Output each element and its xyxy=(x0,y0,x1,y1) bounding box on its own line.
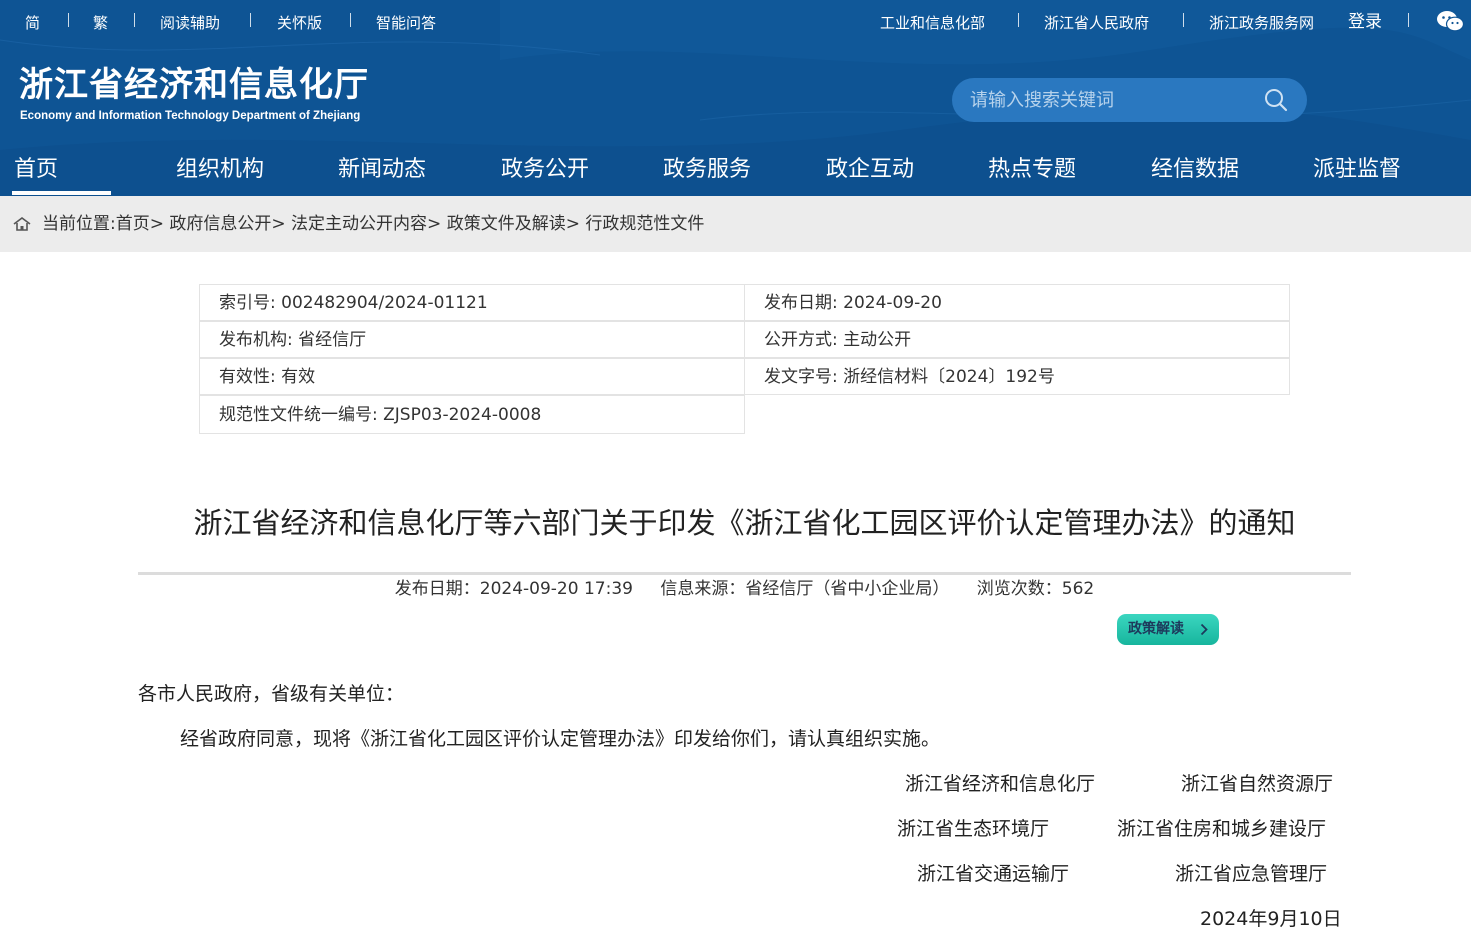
nav-organization[interactable]: 组织机构 xyxy=(176,155,264,185)
site-header: 简 繁 阅读辅助 关怀版 智能问答 工业和信息化部 浙江省人民政府 浙江政务服务… xyxy=(0,0,1471,196)
signer: 浙江省经济和信息化厅 xyxy=(905,773,1096,795)
nav-gov-affairs[interactable]: 政务公开 xyxy=(501,155,589,185)
search-icon[interactable] xyxy=(1264,88,1288,112)
traditional-chinese-link[interactable]: 繁 xyxy=(93,12,108,34)
meta-date: 发布日期：2024-09-20 17:39 xyxy=(394,579,633,599)
signer: 浙江省生态环境厅 xyxy=(897,818,1050,840)
separator xyxy=(350,13,351,27)
nav-home[interactable]: 首页 xyxy=(14,155,58,185)
smart-qa-link[interactable]: 智能问答 xyxy=(376,12,436,34)
breadcrumb-policy-docs[interactable]: 政策文件及解读 xyxy=(447,214,566,234)
site-logo-english: Economy and Information Technology Depar… xyxy=(20,110,361,122)
signer: 浙江省住房和城乡建设厅 xyxy=(1117,818,1327,840)
wechat-icon[interactable] xyxy=(1436,10,1464,32)
zj-gov-link[interactable]: 浙江省人民政府 xyxy=(1044,12,1149,34)
article-title: 浙江省经济和信息化厅等六部门关于印发《浙江省化工园区评价认定管理办法》的通知 xyxy=(193,506,1296,540)
home-icon xyxy=(13,217,31,231)
signer: 浙江省应急管理厅 xyxy=(1175,863,1328,885)
nav-active-indicator xyxy=(12,191,111,195)
meta-source: 信息来源：省经信厅（省中小企业局） xyxy=(660,579,950,599)
validity: 有效性: 有效 xyxy=(199,358,745,395)
signer: 浙江省自然资源厅 xyxy=(1181,773,1334,795)
publisher: 发布机构: 省经信厅 xyxy=(199,321,745,358)
document-info-table: 索引号: 002482904/2024-01121 发布日期: 2024-09-… xyxy=(199,284,1290,434)
article-meta: 发布日期：2024-09-20 17:39 信息来源：省经信厅（省中小企业局） … xyxy=(138,577,1351,601)
meta-views: 浏览次数：562 xyxy=(976,579,1095,599)
body-paragraph: 经省政府同意，现将《浙江省化工园区评价认定管理办法》印发给你们，请认真组织实施。 xyxy=(180,728,941,750)
zj-service-link[interactable]: 浙江政务服务网 xyxy=(1209,12,1314,34)
unified-number: 规范性文件统一编号: ZJSP03-2024-0008 xyxy=(199,395,745,434)
breadcrumb: 当前位置:首页> 政府信息公开> 法定主动公开内容> 政策文件及解读> 行政规范… xyxy=(0,196,1471,252)
search-input[interactable] xyxy=(952,78,1252,122)
top-utility-bar: 简 繁 阅读辅助 关怀版 智能问答 工业和信息化部 浙江省人民政府 浙江政务服务… xyxy=(0,0,1471,44)
site-logo-chinese[interactable]: 浙江省经济和信息化厅 xyxy=(19,62,369,108)
nav-hot-topics[interactable]: 热点专题 xyxy=(988,155,1076,185)
reading-aid-link[interactable]: 阅读辅助 xyxy=(160,12,220,34)
miit-link[interactable]: 工业和信息化部 xyxy=(880,12,985,34)
nav-news[interactable]: 新闻动态 xyxy=(338,155,426,185)
nav-supervision[interactable]: 派驻监督 xyxy=(1313,155,1401,185)
care-version-link[interactable]: 关怀版 xyxy=(277,12,322,34)
simplified-chinese-link[interactable]: 简 xyxy=(25,12,40,34)
separator xyxy=(134,13,135,27)
open-mode: 公开方式: 主动公开 xyxy=(744,321,1290,358)
nav-data[interactable]: 经信数据 xyxy=(1151,155,1239,185)
chevron-right-icon xyxy=(1200,623,1208,636)
signer: 浙江省交通运输厅 xyxy=(917,863,1070,885)
breadcrumb-path: 当前位置:首页> 政府信息公开> 法定主动公开内容> 政策文件及解读> 行政规范… xyxy=(42,214,705,234)
breadcrumb-home[interactable]: 首页 xyxy=(116,214,150,234)
breadcrumb-gov-info[interactable]: 政府信息公开 xyxy=(169,214,271,234)
login-link[interactable]: 登录 xyxy=(1348,11,1382,33)
separator xyxy=(1408,13,1409,27)
breadcrumb-statutory-content[interactable]: 法定主动公开内容 xyxy=(291,214,427,234)
index-number: 索引号: 002482904/2024-01121 xyxy=(199,284,745,321)
separator xyxy=(1018,13,1019,27)
separator xyxy=(1183,13,1184,27)
search-box xyxy=(952,78,1307,122)
separator xyxy=(250,13,251,27)
breadcrumb-prefix: 当前位置: xyxy=(42,214,116,234)
sign-date: 2024年9月10日 xyxy=(1200,908,1342,930)
policy-interpretation-label: 政策解读 xyxy=(1128,621,1184,637)
policy-interpretation-button[interactable]: 政策解读 xyxy=(1117,614,1219,645)
breadcrumb-normative-docs[interactable]: 行政规范性文件 xyxy=(585,214,704,234)
salutation: 各市人民政府，省级有关单位： xyxy=(138,683,405,705)
nav-gov-business-interaction[interactable]: 政企互动 xyxy=(826,155,914,185)
main-navigation: 首页 组织机构 新闻动态 政务公开 政务服务 政企互动 热点专题 经信数据 派驻… xyxy=(0,146,1471,196)
document-number: 发文字号: 浙经信材料〔2024〕192号 xyxy=(744,358,1290,395)
nav-gov-services[interactable]: 政务服务 xyxy=(663,155,751,185)
separator xyxy=(68,13,69,27)
title-divider xyxy=(138,572,1351,575)
publish-date: 发布日期: 2024-09-20 xyxy=(744,284,1290,321)
